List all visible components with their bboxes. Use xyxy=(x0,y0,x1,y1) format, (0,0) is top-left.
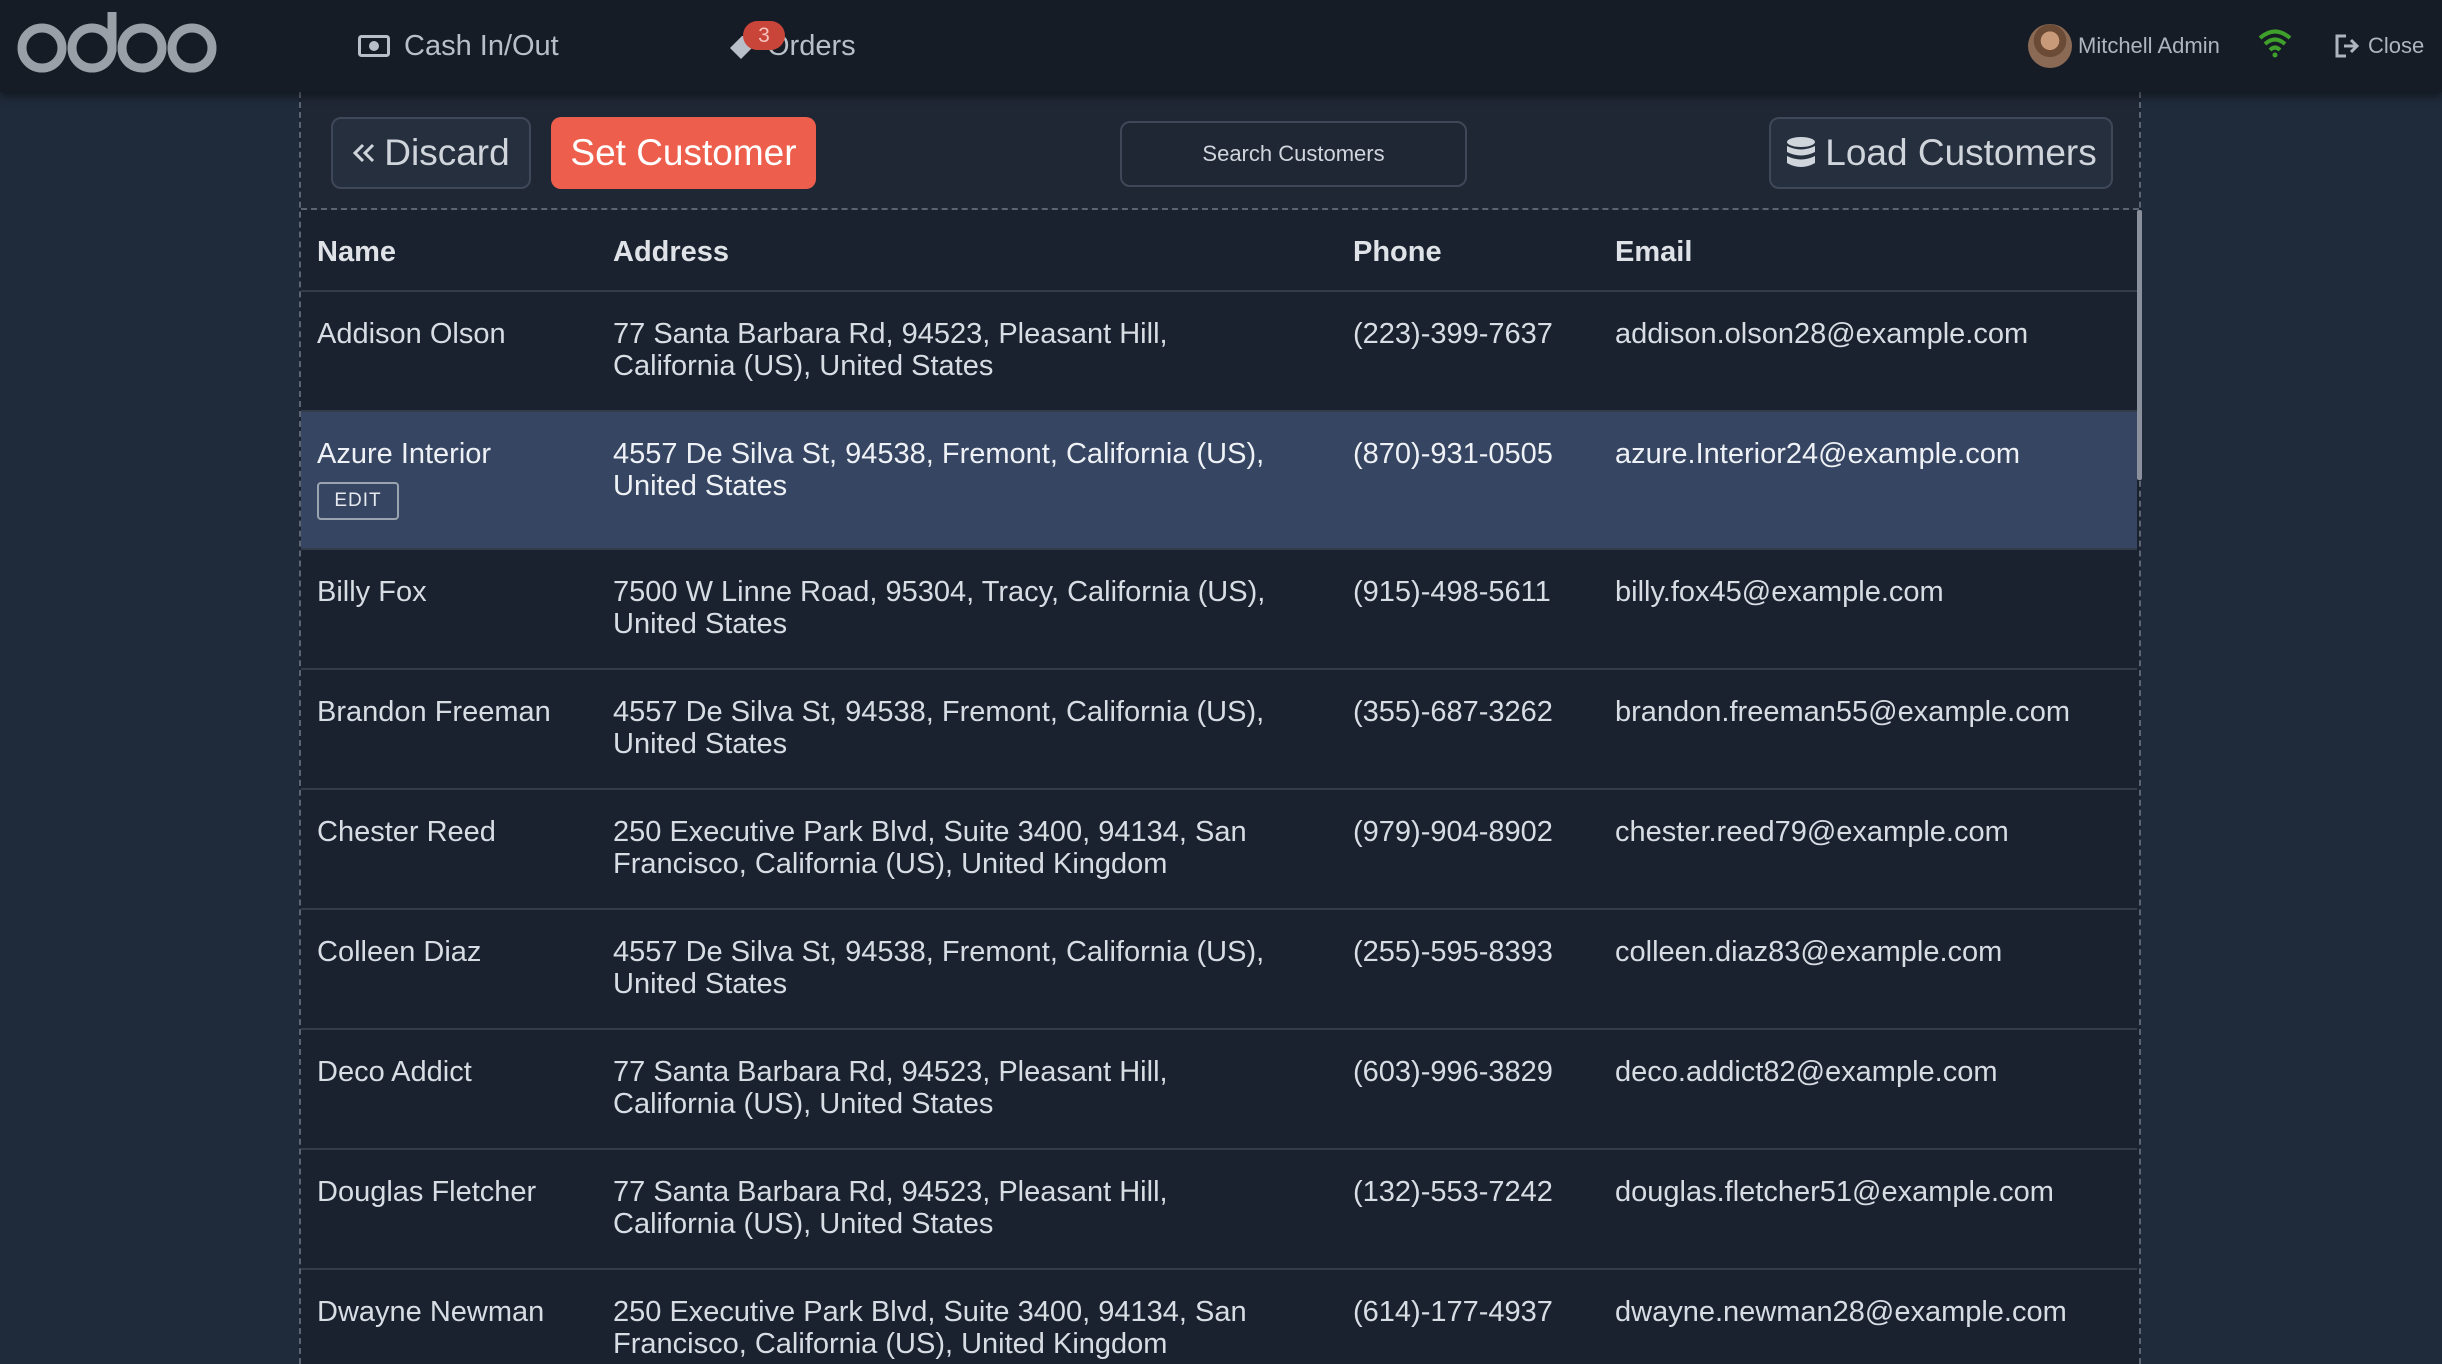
customer-email: chester.reed79@example.com xyxy=(1615,816,2009,848)
customer-phone: (603)-996-3829 xyxy=(1353,1056,1553,1088)
customer-name: Brandon Freeman xyxy=(317,696,551,728)
customer-name: Azure Interior xyxy=(317,438,492,470)
customer-email: addison.olson28@example.com xyxy=(1615,318,2029,350)
set-customer-label: Set Customer xyxy=(570,132,797,173)
user-name: Mitchell Admin xyxy=(2078,33,2220,58)
table-row[interactable]: Billy Fox 7500 W Linne Road, 95304, Trac… xyxy=(301,550,2137,670)
customer-email: douglas.fletcher51@example.com xyxy=(1615,1176,2054,1208)
table-row[interactable]: Chester Reed 250 Executive Park Blvd, Su… xyxy=(301,790,2137,910)
customer-name: Deco Addict xyxy=(317,1056,472,1088)
discard-label: Discard xyxy=(384,132,510,173)
customer-table: Name Address Phone Email Addison Olson 7… xyxy=(301,210,2137,1364)
customer-email: azure.Interior24@example.com xyxy=(1615,438,2021,470)
customer-name: Douglas Fletcher xyxy=(317,1176,537,1208)
customer-name: Billy Fox xyxy=(317,576,427,608)
control-bar: Discard Set Customer Load Customers xyxy=(301,92,2139,210)
customer-phone: (915)-498-5611 xyxy=(1353,576,1551,608)
customer-name: Colleen Diaz xyxy=(317,936,482,968)
sign-out-icon xyxy=(2335,34,2360,58)
customer-address: 4557 De Silva St, 94538, Fremont, Califo… xyxy=(613,696,1265,760)
customer-email: billy.fox45@example.com xyxy=(1615,576,1944,608)
customer-phone: (132)-553-7242 xyxy=(1353,1176,1553,1208)
load-customers-label: Load Customers xyxy=(1825,132,2097,173)
avatar xyxy=(2028,24,2072,68)
wifi-icon xyxy=(2258,29,2292,58)
table-header: Name Address Phone Email xyxy=(301,210,2137,292)
customer-phone: (979)-904-8902 xyxy=(1353,816,1553,848)
discard-button[interactable]: Discard xyxy=(331,117,531,189)
table-scrollbar[interactable] xyxy=(2137,210,2142,480)
customer-email: brandon.freeman55@example.com xyxy=(1615,696,2071,728)
customer-address: 4557 De Silva St, 94538, Fremont, Califo… xyxy=(613,936,1265,1000)
orders-count-badge: 3 xyxy=(743,21,785,50)
money-icon xyxy=(358,35,390,57)
customer-phone: (614)-177-4937 xyxy=(1353,1296,1553,1328)
double-chevron-left-icon xyxy=(353,143,375,163)
odoo-logo xyxy=(17,12,217,73)
customer-address: 250 Executive Park Blvd, Suite 3400, 941… xyxy=(613,1296,1247,1360)
orders-button[interactable]: Orders xyxy=(727,0,856,92)
customer-address: 77 Santa Barbara Rd, 94523, Pleasant Hil… xyxy=(613,318,1168,382)
close-label: Close xyxy=(2368,33,2425,58)
table-row[interactable]: Addison Olson 77 Santa Barbara Rd, 94523… xyxy=(301,292,2137,412)
table-row[interactable]: Deco Addict 77 Santa Barbara Rd, 94523, … xyxy=(301,1030,2137,1150)
customer-address: 4557 De Silva St, 94538, Fremont, Califo… xyxy=(613,438,1265,502)
set-customer-button[interactable]: Set Customer xyxy=(551,117,816,189)
table-row[interactable]: Douglas Fletcher 77 Santa Barbara Rd, 94… xyxy=(301,1150,2137,1270)
customer-email: dwayne.newman28@example.com xyxy=(1615,1296,2067,1328)
database-icon xyxy=(1787,137,1816,167)
table-row[interactable]: Dwayne Newman 250 Executive Park Blvd, S… xyxy=(301,1270,2137,1364)
edit-customer-button[interactable]: EDIT xyxy=(317,482,399,520)
customer-address: 77 Santa Barbara Rd, 94523, Pleasant Hil… xyxy=(613,1056,1168,1120)
customer-name: Chester Reed xyxy=(317,816,496,848)
cash-in-out-button[interactable]: Cash In/Out xyxy=(358,0,559,92)
user-menu[interactable]: Mitchell Admin xyxy=(2028,0,2220,92)
table-row[interactable]: Brandon Freeman 4557 De Silva St, 94538,… xyxy=(301,670,2137,790)
customer-phone: (223)-399-7637 xyxy=(1353,318,1553,350)
table-row[interactable]: Colleen Diaz 4557 De Silva St, 94538, Fr… xyxy=(301,910,2137,1030)
column-header-address: Address xyxy=(613,236,730,268)
cash-in-out-label: Cash In/Out xyxy=(404,29,559,62)
search-customers-input[interactable] xyxy=(1120,121,1467,187)
customer-list-panel: Discard Set Customer Load Customers Name… xyxy=(299,92,2142,1364)
column-header-email: Email xyxy=(1615,236,1693,268)
customer-email: deco.addict82@example.com xyxy=(1615,1056,1998,1088)
customer-email: colleen.diaz83@example.com xyxy=(1615,936,2003,968)
customer-phone: (355)-687-3262 xyxy=(1353,696,1553,728)
table-row-selected[interactable]: Azure Interior EDIT 4557 De Silva St, 94… xyxy=(301,412,2137,550)
customer-name: Addison Olson xyxy=(317,318,506,350)
customer-phone: (255)-595-8393 xyxy=(1353,936,1553,968)
customer-address: 7500 W Linne Road, 95304, Tracy, Califor… xyxy=(613,576,1266,640)
top-navbar: Cash In/Out Orders 3 Mitchell Admin Clos… xyxy=(0,0,2442,92)
load-customers-button[interactable]: Load Customers xyxy=(1769,117,2113,189)
close-button[interactable]: Close xyxy=(2334,0,2424,92)
column-header-name: Name xyxy=(317,236,396,268)
column-header-phone: Phone xyxy=(1353,236,1442,268)
customer-address: 77 Santa Barbara Rd, 94523, Pleasant Hil… xyxy=(613,1176,1168,1240)
customer-phone: (870)-931-0505 xyxy=(1353,438,1553,470)
customer-address: 250 Executive Park Blvd, Suite 3400, 941… xyxy=(613,816,1247,880)
customer-name: Dwayne Newman xyxy=(317,1296,545,1328)
